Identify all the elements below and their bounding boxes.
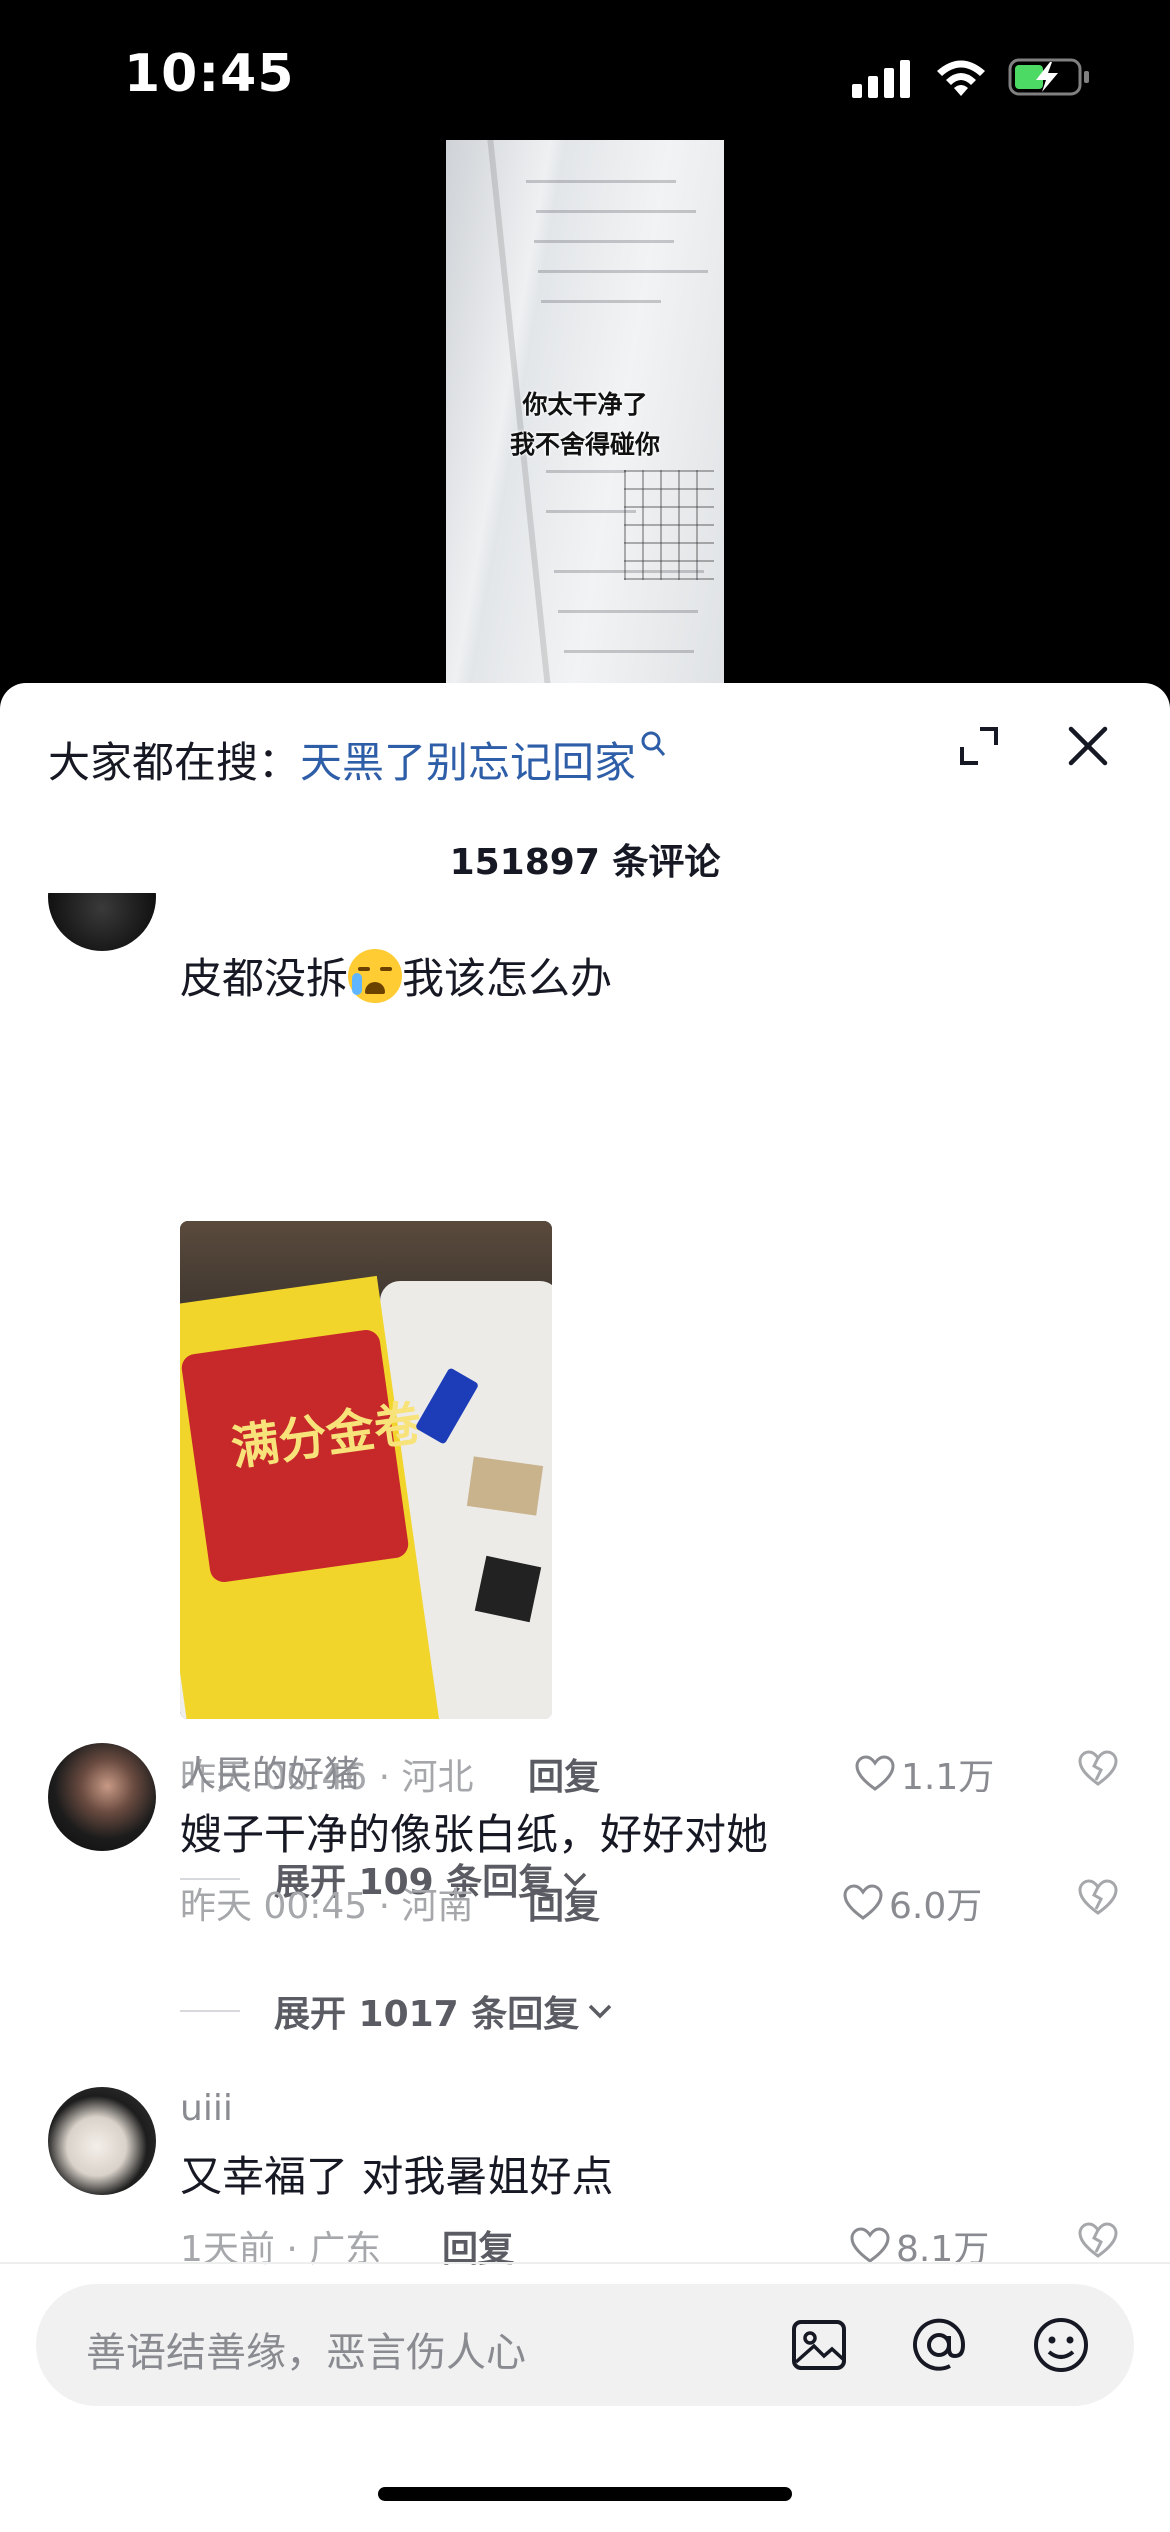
text-line (541, 300, 661, 303)
text-line (546, 470, 626, 473)
search-icon (641, 731, 666, 756)
comment-photo[interactable]: 满分金卷 (180, 1221, 552, 1719)
comment-count: 151897 条评论 (449, 842, 721, 883)
heart-icon (855, 1755, 895, 1791)
emoji-icon[interactable] (1030, 2314, 1092, 2376)
chevron-down-icon (589, 2004, 612, 2019)
broken-heart-icon[interactable] (1078, 1877, 1118, 1917)
video-caption-line2: 我不舍得碰你 (509, 430, 660, 459)
status-time: 10:45 (124, 44, 295, 104)
like-count: 1.1万 (901, 1757, 995, 1798)
like-count: 6.0万 (889, 1886, 983, 1927)
divider (180, 2010, 240, 2012)
avatar[interactable] (48, 893, 156, 951)
text-line (534, 240, 674, 243)
comment-text-part: 我该怎么办 (402, 954, 613, 1003)
like-button[interactable]: 8.1万 (850, 2220, 989, 2272)
username[interactable]: 人民的好猪 (180, 1745, 360, 1797)
text-line (564, 650, 694, 653)
text-line (526, 180, 676, 183)
trending-search-prefix: 大家都在搜： (48, 738, 301, 787)
wifi-icon (937, 60, 985, 96)
reply-button[interactable]: 回复 (528, 1748, 600, 1800)
expand-icon[interactable] (958, 725, 1000, 767)
text-line (538, 270, 708, 273)
comment-sheet: 大家都在搜：天黑了别忘记回家 151897 条评论 皮都没拆 我该怎么办 满分金卷… (0, 683, 1170, 2532)
trending-search-term[interactable]: 天黑了别忘记回家 (300, 738, 636, 787)
loudly-crying-face-icon (348, 949, 403, 1003)
heart-icon (843, 1884, 883, 1920)
username[interactable]: uiii (180, 2088, 233, 2129)
like-count: 8.1万 (896, 2229, 990, 2270)
text-line (558, 610, 698, 613)
divider (0, 2262, 1170, 2264)
comment-input[interactable]: 善语结善缘，恶言伤人心 (36, 2284, 1134, 2406)
expand-replies-label: 展开 1017 条回复 (274, 1994, 580, 2035)
status-bar: 10:45 (0, 0, 1170, 150)
expand-replies-button[interactable]: 展开 1017 条回复 (180, 1985, 615, 2037)
broken-heart-icon[interactable] (1078, 1748, 1118, 1788)
avatar[interactable] (48, 2087, 156, 2195)
reply-button[interactable]: 回复 (442, 2220, 514, 2272)
heart-icon (850, 2227, 890, 2263)
text-line (536, 210, 696, 213)
comment-text: 又幸福了 对我暑姐好点 (180, 2152, 614, 2201)
comment-input-placeholder: 善语结善缘，恶言伤人心 (86, 2330, 526, 2376)
comment-text-part: 皮都没拆 (180, 954, 349, 1003)
mention-icon[interactable] (908, 2314, 970, 2376)
broken-heart-icon[interactable] (1078, 2220, 1118, 2260)
battery-icon (1008, 58, 1089, 96)
home-indicator[interactable] (378, 2487, 792, 2501)
comment-meta: 1天前 · 广东 (180, 2229, 382, 2270)
video-preview[interactable]: 你太干净了 我不舍得碰你 (446, 140, 724, 685)
like-button[interactable]: 1.1万 (855, 1748, 994, 1800)
reply-button[interactable]: 回复 (528, 1877, 600, 1929)
video-caption-line1: 你太干净了 (522, 390, 648, 419)
image-icon[interactable] (788, 2314, 850, 2376)
comment-meta: 昨天 00:45 · 河南 (180, 1886, 474, 1927)
avatar[interactable] (48, 1743, 156, 1851)
signal-icon (852, 60, 910, 98)
comment-text: 嫂子干净的像张白纸，好好对她 (180, 1810, 769, 1859)
comment-list[interactable]: 皮都没拆 我该怎么办 满分金卷 昨天 00:46 · 河北 回复 1.1万 展开 … (0, 893, 1170, 1943)
trending-search[interactable]: 大家都在搜：天黑了别忘记回家 (48, 729, 668, 789)
text-line (546, 510, 636, 513)
textbook-graph (624, 470, 714, 580)
comment-text: 皮都没拆 我该怎么办 (180, 945, 612, 1006)
close-icon[interactable] (1063, 721, 1113, 771)
like-button[interactable]: 6.0万 (843, 1877, 982, 1929)
